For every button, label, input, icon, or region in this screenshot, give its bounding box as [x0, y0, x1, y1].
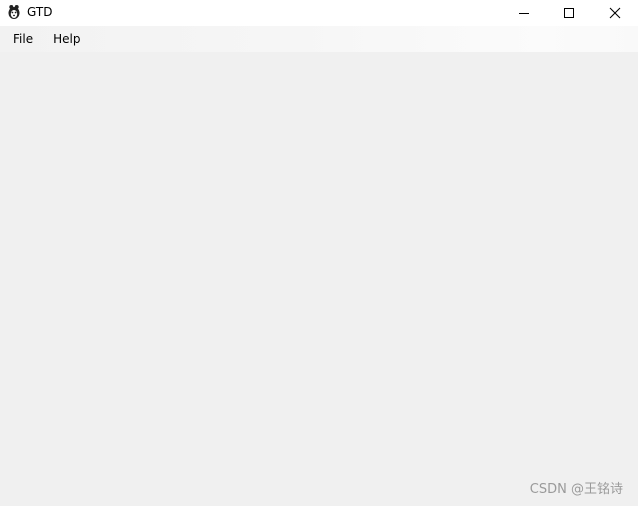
- title-bar[interactable]: GTD: [0, 0, 638, 26]
- close-icon: [609, 7, 621, 19]
- menu-help[interactable]: Help: [47, 28, 86, 50]
- window-title: GTD: [27, 5, 53, 19]
- minimize-icon: [519, 13, 529, 14]
- maximize-icon: [564, 8, 574, 18]
- menu-bar: File Help: [0, 26, 638, 52]
- maximize-button[interactable]: [546, 0, 592, 26]
- app-icon: [7, 4, 21, 20]
- watermark: CSDN @王铭诗: [529, 482, 623, 497]
- close-button[interactable]: [592, 0, 638, 26]
- minimize-button[interactable]: [501, 0, 547, 26]
- client-area: [0, 52, 638, 506]
- menu-file[interactable]: File: [7, 28, 39, 50]
